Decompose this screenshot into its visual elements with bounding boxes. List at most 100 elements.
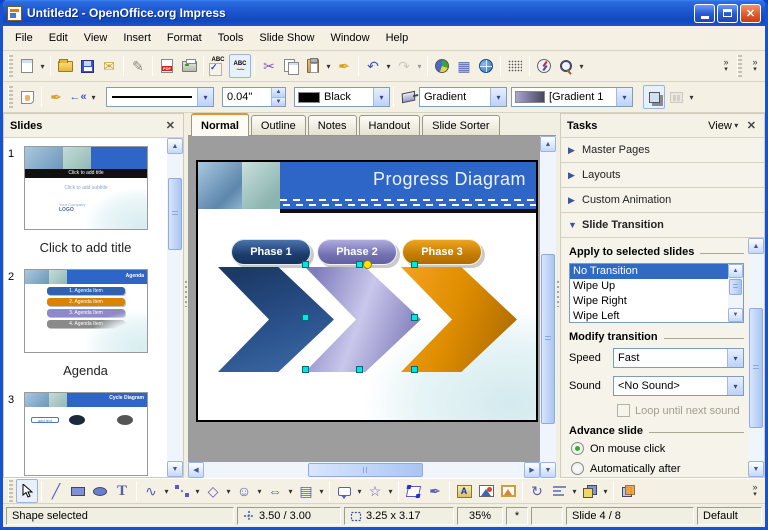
menu-tools[interactable]: Tools bbox=[210, 29, 252, 47]
adjust-handle[interactable] bbox=[363, 260, 372, 269]
selection-handle-top-center[interactable] bbox=[356, 261, 363, 268]
block-arrows-dropdown-arrow[interactable]: ▾ bbox=[286, 479, 295, 503]
menu-edit[interactable]: Edit bbox=[41, 29, 76, 47]
scroll-left-button[interactable]: ◀ bbox=[188, 462, 204, 478]
rectangle-tool-button[interactable] bbox=[67, 479, 89, 503]
slide-3-thumbnail[interactable]: Cycle Diagram add text bbox=[24, 392, 148, 476]
loop-checkbox[interactable] bbox=[617, 404, 630, 417]
display-grid-button[interactable] bbox=[504, 54, 526, 78]
basic-shapes-dropdown-arrow[interactable]: ▾ bbox=[224, 479, 233, 503]
fill-type-combo[interactable]: Gradient ▾ bbox=[419, 87, 507, 107]
minimize-button[interactable] bbox=[694, 4, 715, 23]
hyperlink-button[interactable] bbox=[475, 54, 497, 78]
tab-normal[interactable]: Normal bbox=[191, 113, 249, 136]
slides-panel-scrollbar[interactable]: ▲ ▼ bbox=[167, 138, 183, 477]
flowchart-button[interactable]: ▤ bbox=[295, 479, 317, 503]
listbox-scrollbar[interactable]: ▲ ▼ bbox=[728, 264, 743, 322]
line-tool-button[interactable]: ╱ bbox=[45, 479, 67, 503]
scrollbar-thumb[interactable] bbox=[541, 254, 555, 424]
fill-type-dropdown-button[interactable]: ▾ bbox=[490, 88, 506, 106]
selection-handle-top-left[interactable] bbox=[302, 261, 309, 268]
scrollbar-thumb[interactable] bbox=[308, 463, 423, 477]
connector-dropdown-arrow[interactable]: ▾ bbox=[193, 479, 202, 503]
section-custom-animation[interactable]: ▶Custom Animation bbox=[561, 188, 764, 213]
new-document-button[interactable] bbox=[16, 54, 38, 78]
block-arrows-button[interactable]: ⇔ bbox=[264, 479, 286, 503]
stars-dropdown-arrow[interactable]: ▾ bbox=[386, 479, 395, 503]
insert-chart-button[interactable] bbox=[431, 54, 453, 78]
slide-title[interactable]: Progress Diagram bbox=[280, 162, 536, 196]
symbol-shapes-button[interactable]: ☺ bbox=[233, 479, 255, 503]
transition-listbox[interactable]: No Transition Wipe Up Wipe Right Wipe Le… bbox=[569, 263, 744, 323]
panel-splitter[interactable] bbox=[556, 113, 560, 478]
menu-view[interactable]: View bbox=[76, 29, 116, 47]
scroll-up-button[interactable]: ▲ bbox=[728, 264, 743, 278]
undo-button[interactable]: ↶ bbox=[362, 54, 384, 78]
vertical-scrollbar[interactable]: ▲ ▼ bbox=[540, 136, 556, 478]
arrange-button[interactable] bbox=[579, 479, 601, 503]
slide-1-thumbnail[interactable]: Click to add title Click to add subtitle… bbox=[24, 146, 148, 230]
presentation-toolbar-overflow-button[interactable]: »▾ bbox=[747, 54, 763, 78]
toolbar-grip[interactable] bbox=[8, 86, 13, 108]
selection-handle-bottom-center[interactable] bbox=[356, 366, 363, 373]
impress-app-icon[interactable] bbox=[7, 6, 22, 21]
automatically-after-radio[interactable] bbox=[571, 462, 584, 475]
fontwork-button[interactable]: A bbox=[453, 479, 475, 503]
transition-option-selected[interactable]: No Transition bbox=[570, 264, 743, 279]
toolbar-more-dropdown-arrow[interactable]: ▾ bbox=[687, 85, 696, 109]
drawbar-overflow-button[interactable]: »▾ bbox=[747, 479, 763, 503]
tasks-view-menu[interactable]: View bbox=[708, 120, 732, 132]
tasks-view-dropdown-arrow[interactable]: ▾ bbox=[732, 114, 741, 138]
scroll-down-button[interactable]: ▼ bbox=[748, 461, 764, 477]
section-layouts[interactable]: ▶Layouts bbox=[561, 163, 764, 188]
connector-tool-button[interactable] bbox=[171, 479, 193, 503]
scroll-up-button[interactable]: ▲ bbox=[748, 238, 764, 254]
from-file-button[interactable] bbox=[475, 479, 497, 503]
speed-dropdown-button[interactable]: ▾ bbox=[727, 349, 743, 367]
callouts-button[interactable] bbox=[333, 479, 355, 503]
selection-handle-mid-left[interactable] bbox=[302, 314, 309, 321]
line-color-dropdown-button[interactable]: ▾ bbox=[373, 88, 389, 106]
scroll-up-button[interactable]: ▲ bbox=[167, 138, 183, 154]
tab-slide-sorter[interactable]: Slide Sorter bbox=[422, 115, 499, 135]
slides-panel-close-icon[interactable]: ✕ bbox=[164, 119, 177, 132]
flowchart-dropdown-arrow[interactable]: ▾ bbox=[317, 479, 326, 503]
select-tool-button[interactable] bbox=[16, 479, 38, 503]
scrollbar-thumb[interactable] bbox=[729, 279, 742, 295]
callouts-dropdown-arrow[interactable]: ▾ bbox=[355, 479, 364, 503]
sound-dropdown-button[interactable]: ▾ bbox=[727, 377, 743, 395]
zoom-button[interactable] bbox=[555, 54, 577, 78]
toolbar-grip[interactable] bbox=[8, 55, 13, 77]
area-dialog-button[interactable] bbox=[397, 85, 419, 109]
selection-handle-top-right[interactable] bbox=[411, 261, 418, 268]
edit-points-mode-button[interactable] bbox=[16, 85, 38, 109]
scroll-down-button[interactable]: ▼ bbox=[540, 462, 556, 478]
sound-combo[interactable]: <No Sound> ▾ bbox=[613, 376, 744, 396]
arrow-style-button[interactable]: ←« bbox=[67, 85, 89, 109]
autospellcheck-button[interactable]: ABC~~ bbox=[229, 54, 251, 78]
alignment-dropdown-arrow[interactable]: ▾ bbox=[570, 479, 579, 503]
scroll-down-button[interactable]: ▼ bbox=[728, 308, 743, 322]
scroll-right-button[interactable]: ▶ bbox=[524, 462, 540, 478]
curve-tool-button[interactable]: ∿ bbox=[140, 479, 162, 503]
symbol-shapes-dropdown-arrow[interactable]: ▾ bbox=[255, 479, 264, 503]
interaction-button[interactable] bbox=[665, 85, 687, 109]
line-dialog-button[interactable]: ✒ bbox=[45, 85, 67, 109]
slide-header-image[interactable] bbox=[198, 162, 280, 209]
curve-dropdown-arrow[interactable]: ▾ bbox=[162, 479, 171, 503]
email-button[interactable]: ✉ bbox=[98, 54, 120, 78]
format-paintbrush-button[interactable]: ✒ bbox=[333, 54, 355, 78]
extrusion-button[interactable] bbox=[617, 479, 639, 503]
slide-edit-area[interactable]: Progress Diagram Phase 1 Phase 2 Phase 3 bbox=[188, 136, 540, 462]
scroll-down-button[interactable]: ▼ bbox=[167, 461, 183, 477]
chevron-shape-1[interactable] bbox=[218, 267, 334, 372]
menu-slideshow[interactable]: Slide Show bbox=[251, 29, 322, 47]
fill-name-combo[interactable]: [Gradient 1 ▾ bbox=[511, 87, 633, 107]
copy-button[interactable] bbox=[280, 54, 302, 78]
page-style[interactable]: Default bbox=[697, 507, 762, 525]
arrange-dropdown-arrow[interactable]: ▾ bbox=[601, 479, 610, 503]
menu-insert[interactable]: Insert bbox=[115, 29, 159, 47]
on-mouse-click-radio[interactable] bbox=[571, 442, 584, 455]
selection-handle-mid-right[interactable] bbox=[411, 314, 418, 321]
close-button[interactable]: ✕ bbox=[740, 4, 761, 23]
